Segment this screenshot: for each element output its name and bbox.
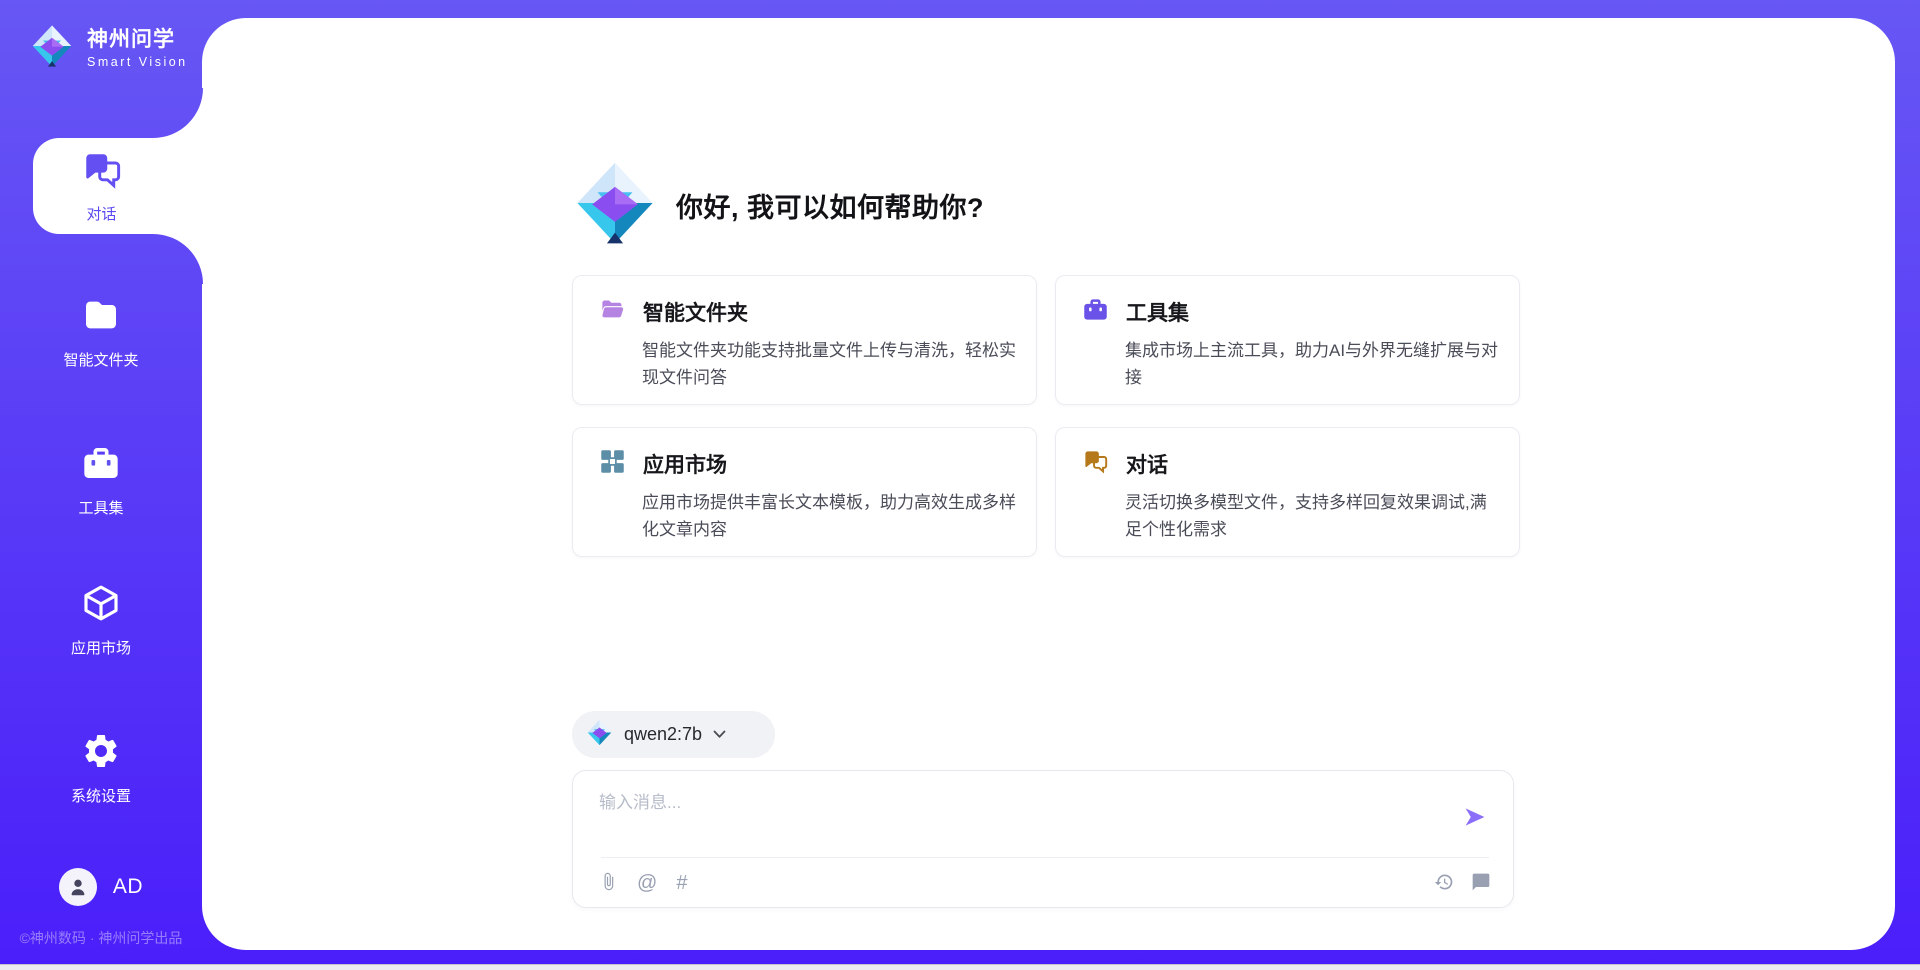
brand-logo-block: 神州问学 Smart Vision bbox=[30, 24, 188, 73]
sidebar-item-label: 对话 bbox=[86, 203, 116, 224]
card-title: 智能文件夹 bbox=[643, 297, 748, 327]
attachment-button[interactable] bbox=[599, 871, 618, 895]
brand-subtitle: Smart Vision bbox=[87, 55, 188, 69]
chat-icon bbox=[1082, 448, 1109, 480]
main-content-surface: 你好, 我可以如何帮助你? 智能文件夹 智能文件夹功能支持批量文件上传与清洗，轻… bbox=[202, 18, 1895, 950]
user-name: AD bbox=[113, 875, 143, 899]
sidebar-footer: ©神州数码 · 神州问学出品 bbox=[0, 928, 202, 948]
brand-diamond-logo-large bbox=[572, 160, 658, 251]
chat-bubble-button[interactable] bbox=[1471, 872, 1491, 895]
send-button[interactable] bbox=[1459, 801, 1491, 836]
sidebar-item-toolset[interactable]: 工具集 bbox=[0, 443, 202, 518]
chevron-down-icon bbox=[713, 726, 726, 744]
window-bottom-edge bbox=[0, 964, 1920, 970]
tab-fillet-top bbox=[153, 88, 203, 138]
sidebar-item-chat[interactable]: 对话 bbox=[33, 138, 204, 234]
brand-diamond-logo bbox=[30, 24, 74, 73]
sidebar-item-label: 系统设置 bbox=[71, 785, 131, 806]
sidebar-item-label: 应用市场 bbox=[71, 637, 131, 658]
folder-icon bbox=[81, 295, 121, 340]
send-icon bbox=[1463, 817, 1487, 832]
sidebar-item-smart-folder[interactable]: 智能文件夹 bbox=[0, 295, 202, 370]
chat-bubble-icon bbox=[1471, 872, 1491, 895]
mention-icon: @ bbox=[637, 873, 657, 893]
user-account[interactable]: AD bbox=[0, 868, 202, 906]
card-description: 集成市场上主流工具，助力AI与外界无缝扩展与对接 bbox=[1125, 338, 1503, 391]
card-chat[interactable]: 对话 灵活切换多模型文件，支持多样回复效果调试,满足个性化需求 bbox=[1055, 427, 1520, 557]
card-title: 应用市场 bbox=[643, 449, 727, 479]
toolbox-icon bbox=[1082, 296, 1109, 328]
history-icon bbox=[1434, 872, 1454, 895]
card-title: 对话 bbox=[1126, 449, 1168, 479]
cube-icon bbox=[81, 583, 121, 628]
tab-fillet-bottom bbox=[153, 234, 203, 284]
model-name: qwen2:7b bbox=[624, 724, 702, 745]
sidebar-item-settings[interactable]: 系统设置 bbox=[0, 731, 202, 806]
greeting-block: 你好, 我可以如何帮助你? bbox=[572, 160, 984, 251]
hashtag-icon: # bbox=[676, 873, 687, 893]
gear-icon bbox=[81, 731, 121, 776]
mention-button[interactable]: @ bbox=[637, 873, 657, 893]
card-title: 工具集 bbox=[1126, 297, 1189, 327]
card-toolset[interactable]: 工具集 集成市场上主流工具，助力AI与外界无缝扩展与对接 bbox=[1055, 275, 1520, 405]
brand-diamond-logo-small bbox=[586, 719, 613, 751]
card-smart-folder[interactable]: 智能文件夹 智能文件夹功能支持批量文件上传与清洗，轻松实现文件问答 bbox=[572, 275, 1037, 405]
folder-open-icon bbox=[599, 296, 626, 328]
card-description: 灵活切换多模型文件，支持多样回复效果调试,满足个性化需求 bbox=[1125, 490, 1503, 543]
toolbox-icon bbox=[81, 443, 121, 488]
sidebar-item-label: 工具集 bbox=[78, 497, 123, 518]
card-description: 智能文件夹功能支持批量文件上传与清洗，轻松实现文件问答 bbox=[642, 338, 1020, 391]
model-selector[interactable]: qwen2:7b bbox=[572, 711, 775, 758]
card-description: 应用市场提供丰富长文本模板，助力高效生成多样化文章内容 bbox=[642, 490, 1020, 543]
history-button[interactable] bbox=[1434, 872, 1454, 895]
hashtag-button[interactable]: # bbox=[676, 873, 687, 893]
brand-name: 神州问学 bbox=[87, 28, 188, 52]
chat-icon bbox=[81, 149, 123, 196]
avatar bbox=[59, 868, 97, 906]
message-input[interactable] bbox=[599, 787, 1459, 813]
card-app-market[interactable]: 应用市场 应用市场提供丰富长文本模板，助力高效生成多样化文章内容 bbox=[572, 427, 1037, 557]
attachment-icon bbox=[599, 871, 618, 895]
grid-icon bbox=[599, 448, 626, 480]
message-composer: @ # bbox=[572, 770, 1514, 908]
sidebar-item-app-market[interactable]: 应用市场 bbox=[0, 583, 202, 658]
greeting-title: 你好, 我可以如何帮助你? bbox=[676, 186, 984, 225]
sidebar-item-label: 智能文件夹 bbox=[63, 349, 138, 370]
